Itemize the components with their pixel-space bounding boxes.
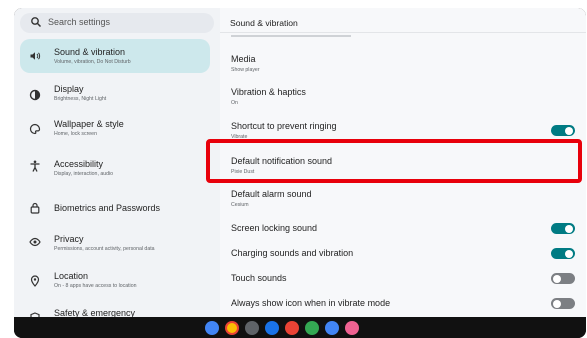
- nav-item-privacy[interactable]: Privacy Permissions, account activity, p…: [20, 225, 210, 259]
- header-divider: [220, 32, 586, 33]
- search-placeholder: Search settings: [48, 17, 111, 27]
- toggle-switch-on[interactable]: [551, 223, 575, 234]
- app-icon[interactable]: [345, 321, 359, 335]
- nav-item-display[interactable]: Display Brightness, Night Light: [20, 78, 210, 112]
- row-subtitle: Cesium: [231, 202, 249, 208]
- privacy-eye-icon: [29, 237, 41, 247]
- toggle-knob: [565, 249, 573, 258]
- nav-title: Sound & vibration: [54, 47, 126, 57]
- nav-title: Location: [54, 271, 89, 281]
- toggle-knob: [565, 224, 573, 233]
- setting-row-vibration-haptics[interactable]: Vibration & haptics On: [220, 81, 586, 111]
- nav-item-accessibility[interactable]: Accessibility Display, interaction, audi…: [20, 149, 210, 183]
- row-title: Default alarm sound: [231, 189, 312, 199]
- nav-item-sound-vibration[interactable]: Sound & vibration Volume, vibration, Do …: [20, 39, 210, 73]
- speaker-icon: [30, 52, 41, 60]
- nav-subtitle: Volume, vibration, Do Not Disturb: [54, 59, 131, 65]
- toggle-knob: [565, 126, 573, 135]
- row-title: Media: [231, 54, 256, 64]
- nav-subtitle: Brightness, Night Light: [54, 96, 107, 102]
- row-subtitle: On: [231, 100, 238, 106]
- toggle-switch-on[interactable]: [551, 125, 575, 136]
- location-pin-icon: [30, 275, 40, 287]
- nav-subtitle: Permissions, account activity, personal …: [54, 246, 155, 252]
- nav-subtitle: On - 8 apps have access to location: [54, 283, 137, 289]
- setting-row-default-alarm-sound[interactable]: Default alarm sound Cesium: [220, 183, 586, 213]
- toggle-switch-off[interactable]: [551, 273, 575, 284]
- lock-icon: [30, 202, 40, 214]
- nav-subtitle: Display, interaction, audio: [54, 171, 114, 177]
- setting-row-charging-sounds-vibration[interactable]: Charging sounds and vibration: [220, 242, 586, 266]
- photos-icon[interactable]: [305, 321, 319, 335]
- setting-row-touch-sounds[interactable]: Touch sounds: [220, 267, 586, 291]
- row-title: Touch sounds: [231, 273, 287, 283]
- files-icon[interactable]: [325, 321, 339, 335]
- row-title: Screen locking sound: [231, 223, 318, 233]
- launcher-icon[interactable]: [205, 321, 219, 335]
- nav-title: Display: [54, 84, 84, 94]
- brightness-icon: [29, 89, 41, 101]
- nav-title: Wallpaper & style: [54, 119, 124, 129]
- settings-sidebar: Search settings Sound & vibration Volume…: [14, 8, 220, 325]
- setting-row-screen-locking-sound[interactable]: Screen locking sound: [220, 217, 586, 241]
- nav-item-wallpaper-style[interactable]: Wallpaper & style Home, lock screen: [20, 112, 210, 146]
- accessibility-icon: [30, 160, 40, 172]
- taskbar-dock: [14, 317, 586, 338]
- setting-row-media[interactable]: Media Show player: [220, 48, 586, 78]
- nav-title: Biometrics and Passwords: [54, 203, 161, 213]
- nav-title: Privacy: [54, 234, 84, 244]
- toggle-switch-off[interactable]: [551, 298, 575, 309]
- row-title: Vibration & haptics: [231, 87, 306, 97]
- toggle-knob: [553, 299, 561, 308]
- chrome-icon[interactable]: [225, 321, 239, 335]
- toggle-switch-on[interactable]: [551, 248, 575, 259]
- row-title: Always show icon when in vibrate mode: [231, 298, 391, 308]
- row-subtitle: Show player: [231, 67, 260, 73]
- panel-title: Sound & vibration: [230, 18, 298, 28]
- settings-app-icon[interactable]: [265, 321, 279, 335]
- camera-icon[interactable]: [245, 321, 259, 335]
- row-title: Charging sounds and vibration: [231, 248, 354, 258]
- palette-icon: [29, 123, 41, 135]
- scrolled-text-fragment: [231, 35, 351, 37]
- setting-row-always-show-vibrate-icon[interactable]: Always show icon when in vibrate mode: [220, 292, 586, 316]
- search-bar[interactable]: Search settings: [20, 13, 214, 33]
- nav-title: Accessibility: [54, 159, 104, 169]
- nav-subtitle: Home, lock screen: [54, 131, 97, 137]
- search-icon: [31, 17, 42, 28]
- row-title: Shortcut to prevent ringing: [231, 121, 337, 131]
- toggle-knob: [553, 274, 561, 283]
- highlight-box: [206, 139, 582, 183]
- nav-item-location[interactable]: Location On - 8 apps have access to loca…: [20, 264, 210, 298]
- play-store-icon[interactable]: [285, 321, 299, 335]
- nav-item-biometrics-passwords[interactable]: Biometrics and Passwords: [20, 191, 210, 225]
